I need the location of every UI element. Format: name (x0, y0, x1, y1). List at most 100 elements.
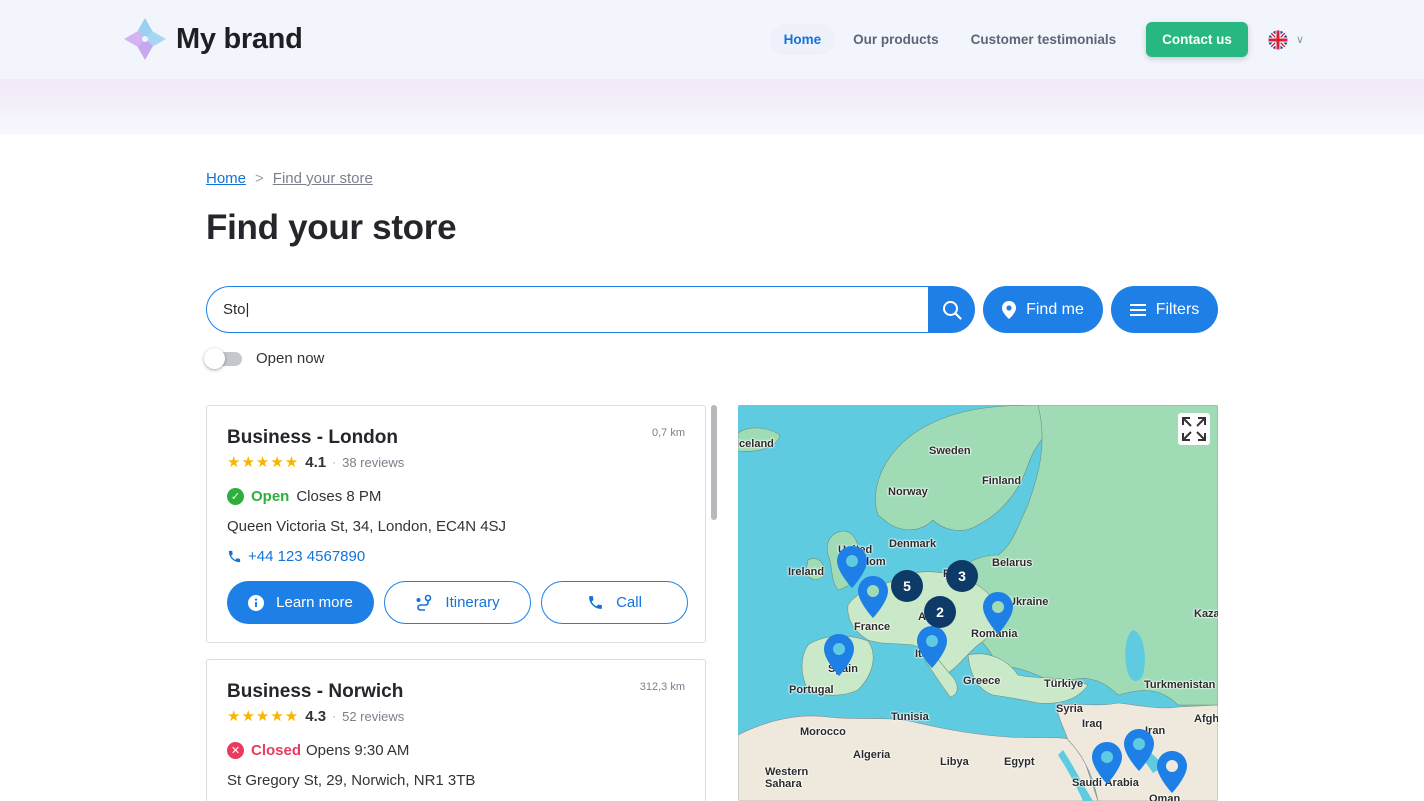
map-label: Belarus (992, 557, 1033, 569)
store-status: ✕ Closed Opens 9:30 AM (227, 742, 409, 759)
menu-lines-icon (1129, 303, 1146, 316)
store-pin-icon[interactable] (1157, 751, 1187, 793)
map-label: Türkiye (1044, 678, 1084, 690)
status-label: Closed (251, 742, 302, 759)
flower-logo-icon (124, 18, 166, 60)
store-list: Business - London 0,7 km ★★★★★ 4.1 · 38 … (206, 405, 706, 801)
store-distance: 312,3 km (639, 681, 685, 693)
route-icon (416, 594, 432, 611)
nav-home[interactable]: Home (769, 24, 836, 55)
nav-customer-testimonials[interactable]: Customer testimonials (957, 24, 1131, 55)
location-pin-icon (1002, 300, 1017, 319)
contact-us-button[interactable]: Contact us (1146, 22, 1248, 57)
map-label: Morocco (800, 726, 846, 738)
map-label: Kaza (1194, 608, 1218, 620)
learn-more-button[interactable]: Learn more (227, 581, 374, 624)
phone-icon (228, 550, 241, 563)
store-map[interactable]: Iceland Sweden Finland Norway Denmark Un… (738, 405, 1218, 801)
store-pin-icon[interactable] (858, 576, 888, 618)
store-phone-link[interactable]: +44 123 4567890 (227, 548, 365, 565)
map-cluster[interactable]: 2 (924, 596, 956, 628)
language-selector[interactable]: ∨ (1268, 30, 1304, 50)
open-now-toggle[interactable] (204, 347, 242, 369)
check-circle-icon: ✓ (227, 488, 244, 505)
store-card[interactable]: Business - London 0,7 km ★★★★★ 4.1 · 38 … (206, 405, 706, 643)
map-label: Iceland (738, 438, 774, 450)
find-me-label: Find me (1026, 300, 1084, 318)
search-button[interactable] (928, 286, 975, 333)
expand-icon (1182, 417, 1206, 441)
map-cluster[interactable]: 3 (946, 560, 978, 592)
star-icons: ★★★★★ (227, 454, 300, 471)
brand-name: My brand (176, 22, 303, 55)
itinerary-button[interactable]: Itinerary (384, 581, 531, 624)
breadcrumb-separator: > (255, 170, 264, 187)
map-label: Ireland (788, 566, 825, 578)
store-actions: Learn more Itinerary Call (227, 581, 698, 624)
status-label: Open (251, 488, 290, 505)
map-label: Portugal (789, 684, 834, 696)
store-pin-icon[interactable] (824, 634, 854, 676)
fullscreen-button[interactable] (1178, 413, 1210, 445)
header: My brand Home Our products Customer test… (0, 0, 1424, 135)
breadcrumb-home-link[interactable]: Home (206, 170, 246, 187)
filters-button[interactable]: Filters (1111, 286, 1218, 333)
rating-value: 4.3 (305, 707, 327, 725)
map-label: Norway (888, 486, 928, 498)
search-input[interactable] (206, 286, 928, 333)
page-title: Find your store (206, 208, 457, 247)
open-now-label: Open now (256, 350, 325, 367)
review-count: 38 reviews (342, 454, 405, 470)
store-card[interactable]: Business - Norwich 312,3 km ★★★★★ 4.3 · … (206, 659, 706, 801)
nav-our-products[interactable]: Our products (839, 24, 953, 55)
map-label: Libya (940, 756, 969, 768)
rating-separator: · (332, 455, 337, 469)
map-label: Ukraine (1008, 596, 1049, 608)
status-detail: Closes 8 PM (296, 488, 382, 505)
store-status: ✓ Open Closes 8 PM (227, 488, 381, 505)
map-label: Algeria (853, 749, 891, 761)
store-pin-icon[interactable] (983, 592, 1013, 634)
itinerary-label: Itinerary (445, 594, 500, 611)
map-cluster[interactable]: 5 (891, 570, 923, 602)
review-count: 52 reviews (342, 708, 405, 724)
list-scrollbar[interactable] (711, 405, 717, 520)
chevron-down-icon: ∨ (1295, 34, 1304, 46)
call-button[interactable]: Call (541, 581, 688, 624)
map-label: Finland (982, 475, 1022, 487)
store-address: Queen Victoria St, 34, London, EC4N 4SJ (227, 518, 507, 535)
store-address: St Gregory St, 29, Norwich, NR1 3TB (227, 772, 476, 789)
map-label: Egypt (1004, 756, 1035, 768)
search-icon (942, 300, 962, 320)
map-label: Turkmenistan (1144, 679, 1216, 691)
store-pin-icon[interactable] (1124, 729, 1154, 771)
star-icons: ★★★★★ (227, 708, 300, 725)
map-label: Denmark (889, 538, 937, 550)
store-name: Business - London (227, 427, 398, 448)
store-pin-icon[interactable] (917, 626, 947, 668)
uk-flag-icon (1268, 30, 1288, 49)
search-bar (206, 286, 975, 333)
phone-number: +44 123 4567890 (248, 548, 366, 565)
filters-label: Filters (1155, 300, 1200, 318)
map-label: Greece (963, 675, 1001, 687)
main-nav: Home Our products Customer testimonials … (766, 22, 1304, 57)
breadcrumb-current[interactable]: Find your store (273, 170, 373, 187)
toggle-knob (204, 347, 225, 369)
store-distance: 0,7 km (651, 427, 685, 439)
info-icon (248, 594, 265, 611)
learn-more-label: Learn more (276, 594, 353, 611)
brand-logo[interactable]: My brand (120, 14, 303, 64)
map-label: Syria (1056, 703, 1083, 715)
rating-value: 4.1 (305, 453, 327, 471)
map-label: Afghan (1194, 713, 1218, 725)
map-label: Oman (1149, 793, 1181, 801)
store-pin-icon[interactable] (1092, 742, 1122, 784)
rating-separator: · (332, 709, 337, 723)
find-me-button[interactable]: Find me (983, 286, 1103, 333)
store-rating: ★★★★★ 4.1 · 38 reviews (227, 453, 405, 472)
breadcrumb: Home > Find your store (206, 170, 373, 187)
close-circle-icon: ✕ (227, 742, 244, 759)
map-label: France (854, 621, 891, 633)
status-detail: Opens 9:30 AM (306, 742, 410, 759)
